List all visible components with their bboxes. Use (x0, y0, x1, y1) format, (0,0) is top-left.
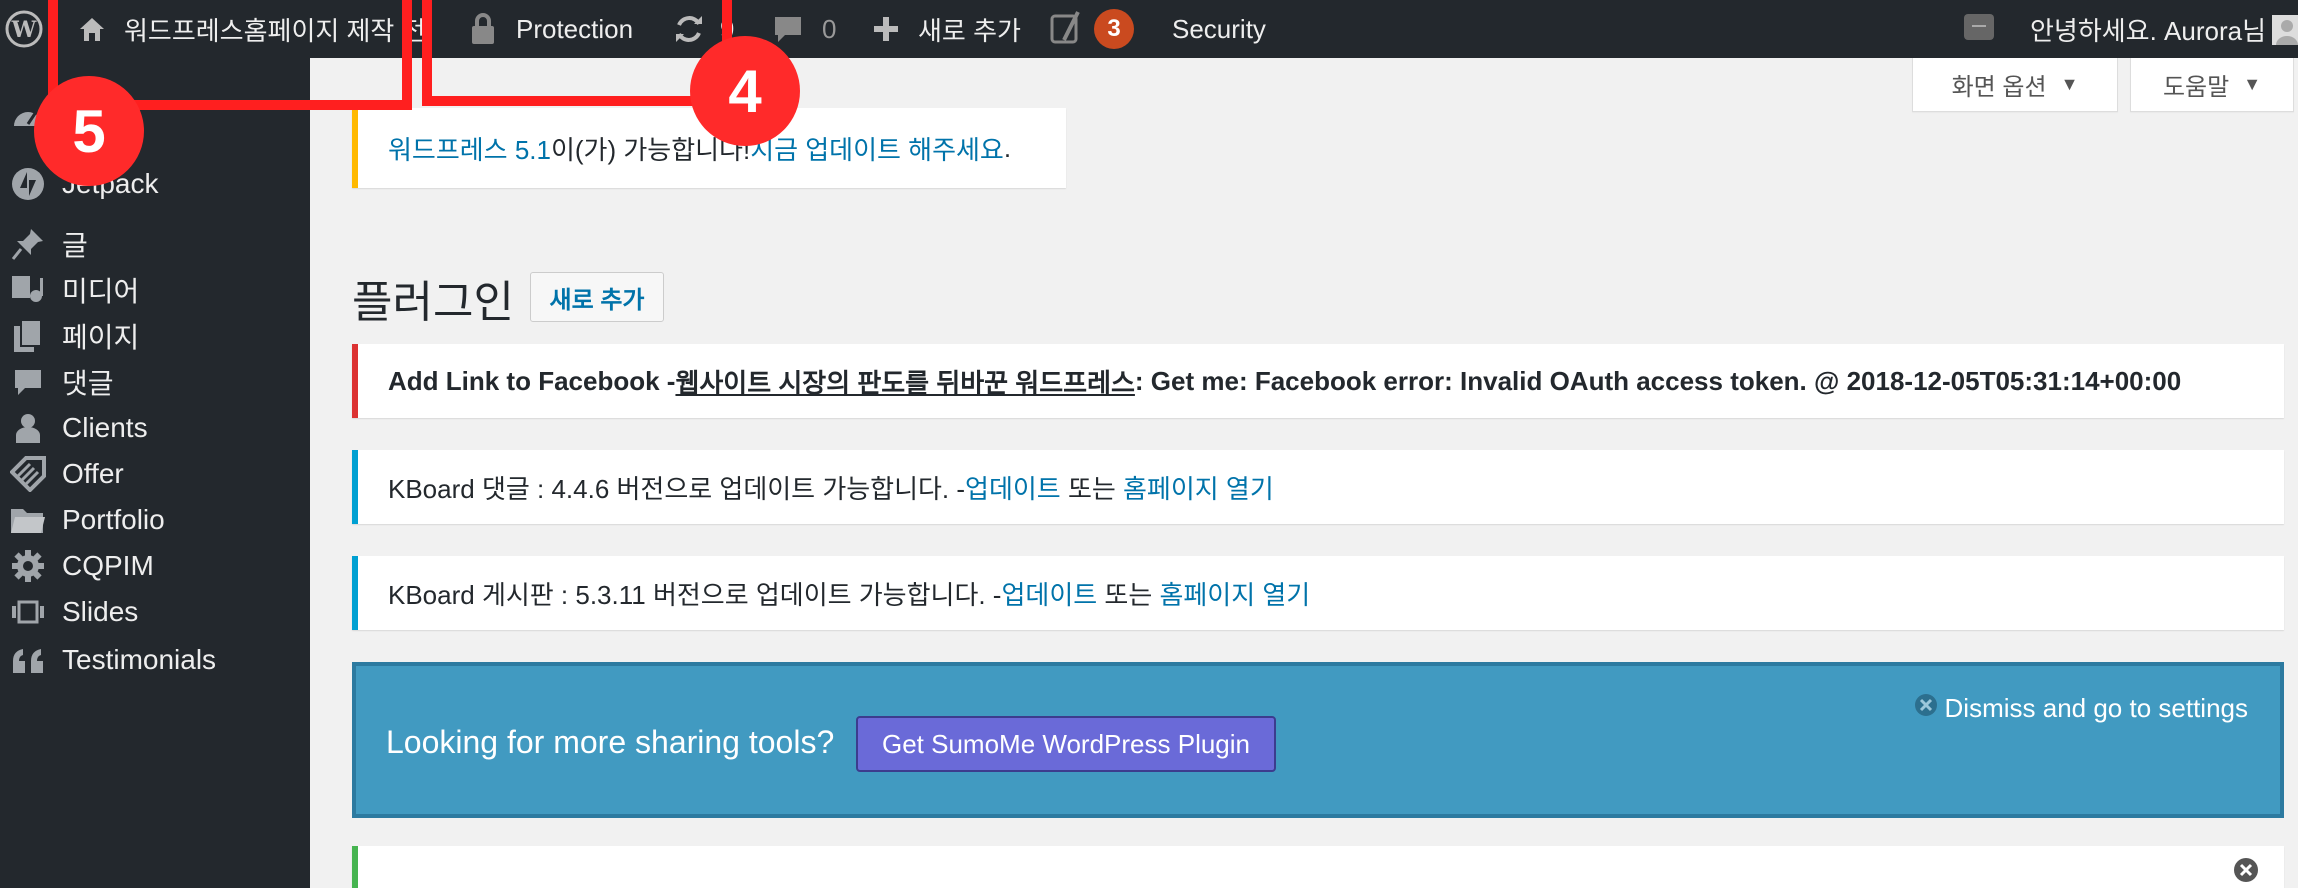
wordpress-version-link[interactable]: 워드프레스 5.1 (388, 130, 551, 167)
menu-label-offer: Offer (62, 458, 124, 489)
menu-label-testimonials: Testimonials (62, 644, 217, 675)
yoast-menu[interactable]: 3 (1050, 0, 1134, 58)
media-icon (8, 270, 48, 310)
kboard-board-or: 또는 (1097, 579, 1160, 610)
kboard-board-update-link[interactable]: 업데이트 (1001, 575, 1097, 612)
kboard-board-home-link[interactable]: 홈페이지 열기 (1159, 575, 1310, 612)
kboard-comment-update-link[interactable]: 업데이트 (965, 469, 1061, 506)
slides-icon (8, 592, 48, 632)
admin-menu: Jetpack 글 미디어 페이지 댓글 Clients Offer Portf… (0, 58, 310, 888)
comment-bubble-icon (772, 14, 804, 44)
caret-down-icon: ▼ (2243, 74, 2262, 94)
comment-icon (8, 362, 48, 402)
main-content: 화면 옵션 ▼ 도움말 ▼ 워드프레스 5.1 이(가) 가능합니다! 지금 업… (310, 58, 2298, 888)
screen-options-button[interactable]: 화면 옵션 ▼ (1912, 58, 2118, 112)
new-content-label: 새로 추가 (918, 15, 1021, 46)
menu-label-media: 미디어 (62, 276, 140, 307)
facebook-error-notice: Add Link to Facebook - 웹사이트 시장의 판도를 뒤바꾼 … (352, 344, 2284, 418)
yoast-icon (1050, 10, 1084, 48)
security-menu[interactable]: Security (1172, 0, 1266, 58)
gear-icon (8, 546, 48, 586)
greeting-label: 안녕하세요. Aurora님 (2030, 15, 2267, 46)
annotation-box-4 (422, 0, 732, 106)
wordpress-logo-icon[interactable]: W (4, 0, 48, 58)
menu-label-portfolio: Portfolio (62, 504, 165, 535)
quote-icon (8, 640, 48, 680)
annotation-marker-5: 5 (34, 76, 144, 186)
dismiss-sumome-link[interactable]: Dismiss and go to settings (1913, 692, 2248, 725)
fb-error-prefix: Add Link to Facebook - (388, 365, 676, 396)
screen-options-label: 화면 옵션 (1951, 74, 2047, 101)
yoast-badge: 3 (1094, 9, 1134, 49)
sumome-banner: Looking for more sharing tools? Get Sumo… (352, 662, 2284, 818)
fb-error-message: : Get me: Facebook error: Invalid OAuth … (1134, 365, 2182, 396)
kboard-comment-text: KBoard 댓글 : 4.4.6 버전으로 업데이트 가능합니다. - (388, 473, 966, 504)
kboard-comment-notice: KBoard 댓글 : 4.4.6 버전으로 업데이트 가능합니다. - 업데이… (352, 450, 2284, 524)
avatar (2272, 11, 2298, 47)
kboard-comment-home-link[interactable]: 홈페이지 열기 (1123, 469, 1274, 506)
dismiss-notice-icon[interactable] (2232, 856, 2260, 888)
kboard-board-notice: KBoard 게시판 : 5.3.11 버전으로 업데이트 가능합니다. - 업… (352, 556, 2284, 630)
menu-label-pages: 페이지 (62, 322, 140, 353)
svg-text:W: W (11, 17, 37, 43)
dismiss-label: Dismiss and go to settings (1944, 693, 2248, 723)
jetpack-icon (8, 164, 48, 204)
plus-icon (872, 15, 900, 43)
annotation-marker-4: 4 (690, 36, 800, 146)
menu-label-cqpim: CQPIM (62, 550, 154, 581)
page-title: 플러그인 (352, 278, 514, 327)
dismiss-icon (1913, 692, 1939, 725)
menu-label-slides: Slides (62, 596, 139, 627)
caret-down-icon: ▼ (2060, 74, 2079, 94)
help-button[interactable]: 도움말 ▼ (2130, 58, 2294, 112)
kboard-board-text: KBoard 게시판 : 5.3.11 버전으로 업데이트 가능합니다. - (388, 579, 1002, 610)
update-nag-period: . (1003, 132, 1012, 163)
notification-icon[interactable] (1962, 0, 1996, 58)
my-account-menu[interactable]: 안녕하세요. Aurora님 (2030, 0, 2298, 58)
security-label: Security (1172, 13, 1266, 44)
get-sumome-button[interactable]: Get SumoMe WordPress Plugin (856, 716, 1276, 772)
kboard-comment-or: 또는 (1060, 473, 1124, 504)
tag-icon (8, 454, 48, 494)
sumome-title: Looking for more sharing tools? (386, 724, 835, 760)
menu-label-comments: 댓글 (62, 368, 114, 399)
pin-icon (8, 224, 48, 264)
menu-label-posts: 글 (62, 230, 88, 261)
add-new-plugin-button[interactable]: 새로 추가 (530, 272, 664, 322)
update-now-link[interactable]: 지금 업데이트 해주세요 (750, 130, 1004, 167)
new-content-menu[interactable]: 새로 추가 (872, 0, 1021, 58)
success-notice (352, 846, 2284, 888)
help-label: 도움말 (2162, 74, 2230, 101)
menu-item-testimonials[interactable]: Testimonials (0, 630, 310, 690)
user-icon (8, 408, 48, 448)
menu-label-clients: Clients (62, 412, 148, 443)
comments-count: 0 (822, 13, 837, 44)
page-icon (8, 316, 48, 356)
fb-error-post-link[interactable]: 웹사이트 시장의 판도를 뒤바꾼 워드프레스 (675, 363, 1134, 400)
folder-icon (8, 500, 48, 540)
